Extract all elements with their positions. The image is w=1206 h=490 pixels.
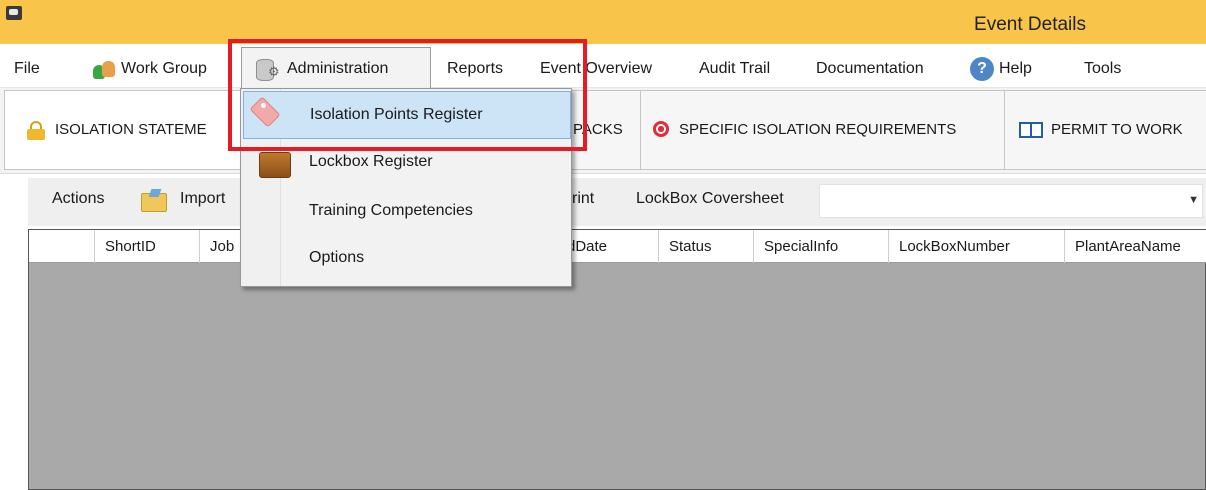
print-button[interactable]: rint bbox=[572, 190, 594, 208]
column-header-date[interactable]: dDate bbox=[567, 230, 657, 263]
column-header-shortid[interactable]: ShortID bbox=[94, 230, 199, 263]
lockbox-coversheet-combo[interactable]: ▼ bbox=[819, 184, 1203, 218]
column-header-status[interactable]: Status bbox=[658, 230, 753, 263]
help-circle-icon: ? bbox=[970, 57, 994, 81]
people-icon bbox=[92, 59, 116, 79]
column-header-plantareaname[interactable]: PlantAreaName bbox=[1064, 230, 1206, 263]
menu-help[interactable]: ? Help bbox=[970, 52, 1032, 86]
actions-button[interactable]: Actions bbox=[52, 190, 104, 208]
menu-documentation[interactable]: Documentation bbox=[816, 52, 924, 86]
tab-permit-to-work[interactable]: PERMIT TO WORK bbox=[1004, 90, 1206, 170]
menu-item-options[interactable]: Options bbox=[243, 235, 569, 281]
data-grid[interactable] bbox=[28, 229, 1206, 490]
column-header-lockboxnumber[interactable]: LockBoxNumber bbox=[888, 230, 1064, 263]
menu-file[interactable]: File bbox=[14, 52, 40, 86]
tab-specific-isolation-requirements[interactable]: SPECIFIC ISOLATION REQUIREMENTS bbox=[640, 90, 1042, 170]
chevron-down-icon[interactable]: ▼ bbox=[1188, 194, 1199, 206]
menu-work-group[interactable]: Work Group bbox=[92, 52, 207, 86]
target-icon bbox=[653, 121, 669, 137]
column-header-specialinfo[interactable]: SpecialInfo bbox=[753, 230, 888, 263]
app-icon[interactable] bbox=[6, 6, 22, 20]
lockbox-icon bbox=[259, 152, 291, 178]
menu-tools[interactable]: Tools bbox=[1084, 52, 1121, 86]
padlock-icon bbox=[27, 121, 45, 140]
import-button[interactable]: Import bbox=[180, 190, 225, 208]
window-title: Event Details bbox=[974, 14, 1086, 35]
menu-audit-trail[interactable]: Audit Trail bbox=[699, 52, 770, 86]
book-icon bbox=[1019, 122, 1043, 138]
folder-import-icon bbox=[141, 189, 167, 212]
menu-item-training-competencies[interactable]: Training Competencies bbox=[243, 188, 569, 234]
annotation-highlight-box bbox=[228, 39, 587, 151]
lockbox-coversheet-label: LockBox Coversheet bbox=[636, 190, 784, 207]
